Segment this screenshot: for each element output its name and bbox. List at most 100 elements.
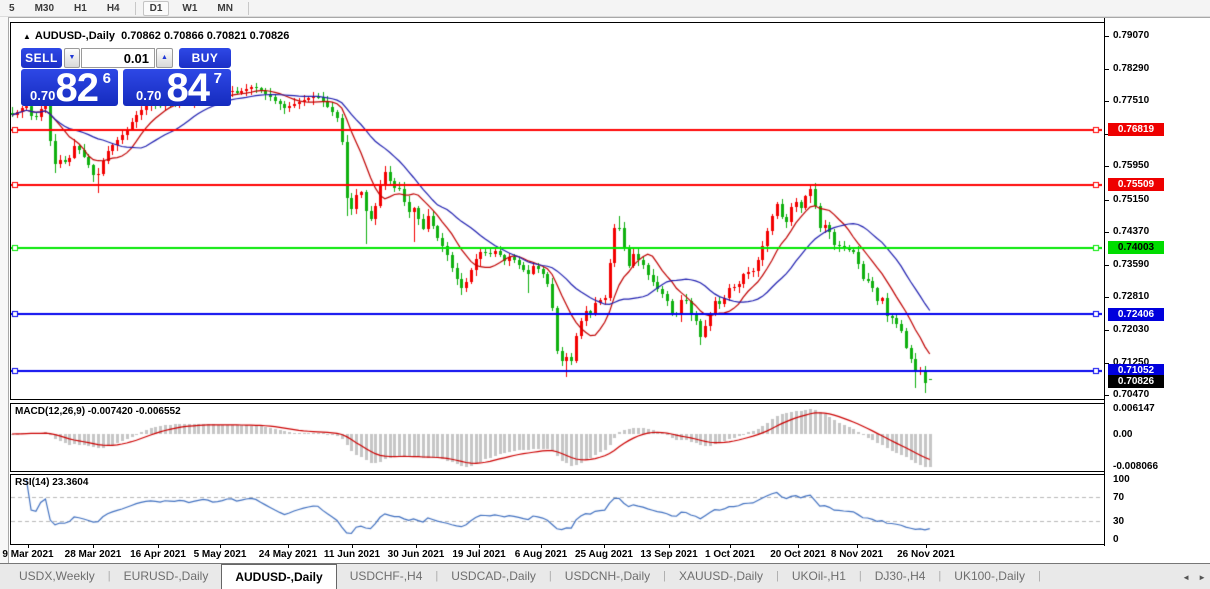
price-axis-tick-label: 0.79070 — [1113, 30, 1149, 41]
sell-price-pip-digit: 6 — [103, 70, 111, 87]
chart-symbol-label: AUDUSD-,Daily — [35, 30, 115, 42]
tab-ukoil-h1[interactable]: UKOil-,H1 — [779, 564, 859, 589]
tab-usdx-weekly[interactable]: USDX,Weekly — [6, 564, 108, 589]
date-axis-label: 9 Mar 2021 — [2, 549, 53, 560]
price-axis-tick-label: 0.75150 — [1113, 194, 1149, 205]
date-axis[interactable]: 9 Mar 202128 Mar 202116 Apr 20215 May 20… — [10, 545, 1104, 564]
date-axis-label: 11 Jun 2021 — [324, 549, 380, 560]
sell-price-prefix: 0.70 — [30, 88, 55, 103]
hline-price-label: 0.74003 — [1108, 241, 1164, 254]
date-axis-label: 20 Oct 2021 — [770, 549, 826, 560]
volume-increase-button[interactable]: ▲ — [156, 48, 173, 68]
rsi-axis-label: 100 — [1113, 474, 1130, 485]
date-axis-tick — [669, 545, 670, 548]
price-axis[interactable]: 0.790700.782900.775100.767300.759500.751… — [1104, 18, 1210, 546]
tab-dj30-h4[interactable]: DJ30-,H4 — [862, 564, 939, 589]
timeframe-button-5[interactable]: 5 — [2, 1, 22, 16]
tab-uk100-daily[interactable]: UK100-,Daily — [941, 564, 1038, 589]
chart-tab-bar: USDX,Weekly|EURUSD-,DailyAUDUSD-,DailyUS… — [0, 563, 1210, 589]
timeframe-button-M30[interactable]: M30 — [28, 1, 61, 16]
one-click-trading-panel: SELL ▼ ▲ BUY 0.70 82 6 0.70 84 7 — [21, 48, 231, 106]
price-axis-tick — [1105, 297, 1109, 298]
date-axis-tick — [730, 545, 731, 548]
buy-price-prefix: 0.70 — [136, 88, 161, 103]
toolbar-separator — [135, 2, 136, 15]
rsi-indicator-pane: RSI(14) 23.3604 — [10, 474, 1105, 545]
timeframe-button-MN[interactable]: MN — [210, 1, 240, 16]
date-axis-label: 30 Jun 2021 — [388, 549, 445, 560]
date-axis-tick — [926, 545, 927, 548]
hline-price-label: 0.72406 — [1108, 308, 1164, 321]
rsi-canvas[interactable] — [11, 475, 1102, 542]
price-axis-tick — [1105, 36, 1109, 37]
hline-price-label: 0.76819 — [1108, 123, 1164, 136]
date-axis-tick — [288, 545, 289, 548]
tab-separator: | — [1038, 564, 1041, 589]
date-axis-label: 8 Nov 2021 — [831, 549, 883, 560]
timeframe-button-D1[interactable]: D1 — [143, 1, 170, 16]
date-axis-label: 24 May 2021 — [259, 549, 317, 560]
collapse-triangle-icon[interactable]: ▲ — [23, 32, 31, 41]
current-price-label: 0.70826 — [1108, 375, 1164, 388]
date-axis-label: 26 Nov 2021 — [897, 549, 955, 560]
date-axis-tick — [604, 545, 605, 548]
price-axis-tick-label: 0.72030 — [1113, 324, 1149, 335]
tab-scroll-left-icon[interactable]: ◄ — [1182, 573, 1190, 582]
date-axis-tick — [158, 545, 159, 548]
hline-price-label: 0.75509 — [1108, 178, 1164, 191]
timeframe-button-H1[interactable]: H1 — [67, 1, 94, 16]
timeframe-button-W1[interactable]: W1 — [175, 1, 204, 16]
sell-button[interactable]: SELL — [21, 48, 62, 68]
price-axis-tick-label: 0.70470 — [1113, 389, 1149, 400]
tab-usdcnh-daily[interactable]: USDCNH-,Daily — [552, 564, 663, 589]
tab-audusd-daily[interactable]: AUDUSD-,Daily — [221, 564, 336, 589]
date-axis-tick — [93, 545, 94, 548]
buy-button[interactable]: BUY — [179, 48, 231, 68]
price-axis-tick — [1105, 265, 1109, 266]
tab-eurusd-daily[interactable]: EURUSD-,Daily — [111, 564, 222, 589]
date-axis-tick — [416, 545, 417, 548]
price-axis-tick — [1105, 330, 1109, 331]
date-axis-tick — [479, 545, 480, 548]
chart-ohlc-values: 0.70862 0.70866 0.70821 0.70826 — [121, 30, 289, 42]
price-axis-tick — [1105, 395, 1109, 396]
macd-axis-label: -0.008066 — [1113, 461, 1158, 472]
price-axis-tick — [1105, 69, 1109, 70]
date-axis-label: 19 Jul 2021 — [452, 549, 505, 560]
date-axis-tick — [798, 545, 799, 548]
date-axis-label: 28 Mar 2021 — [65, 549, 122, 560]
chart-title: ▲ AUDUSD-,Daily 0.70862 0.70866 0.70821 0… — [23, 30, 289, 42]
tab-usdcad-daily[interactable]: USDCAD-,Daily — [438, 564, 549, 589]
price-axis-tick — [1105, 200, 1109, 201]
price-axis-tick — [1105, 101, 1109, 102]
price-axis-tick-label: 0.73590 — [1113, 259, 1149, 270]
rsi-axis-label: 70 — [1113, 492, 1124, 503]
macd-label: MACD(12,26,9) -0.007420 -0.006552 — [15, 406, 181, 417]
volume-decrease-button[interactable]: ▼ — [64, 48, 80, 68]
price-axis-tick-label: 0.74370 — [1113, 226, 1149, 237]
tab-usdchf-h4[interactable]: USDCHF-,H4 — [337, 564, 436, 589]
rsi-axis-label: 30 — [1113, 516, 1124, 527]
date-axis-tick — [28, 545, 29, 548]
price-axis-tick-label: 0.78290 — [1113, 63, 1149, 74]
chart-window: ▲ AUDUSD-,Daily 0.70862 0.70866 0.70821 0… — [8, 17, 1210, 563]
tab-scroll-arrows: ◄ ► — [1182, 564, 1206, 589]
date-axis-label: 6 Aug 2021 — [515, 549, 567, 560]
date-axis-label: 16 Apr 2021 — [130, 549, 186, 560]
volume-input[interactable] — [81, 48, 155, 68]
date-axis-label: 25 Aug 2021 — [575, 549, 633, 560]
timeframe-button-H4[interactable]: H4 — [100, 1, 127, 16]
toolbar-separator — [248, 2, 249, 15]
tab-xauusd-daily[interactable]: XAUUSD-,Daily — [666, 564, 776, 589]
price-axis-tick-label: 0.75950 — [1113, 160, 1149, 171]
macd-axis-label: 0.006147 — [1113, 403, 1155, 414]
tab-scroll-right-icon[interactable]: ► — [1198, 573, 1206, 582]
sell-price-button[interactable]: 0.70 82 6 — [21, 69, 118, 106]
buy-price-pip-digit: 7 — [214, 70, 222, 87]
rsi-axis-label: 0 — [1113, 534, 1119, 545]
timeframe-toolbar: 5 M30 H1 H4 D1 W1 MN — [0, 0, 1210, 17]
mt4-platform-window: 5 M30 H1 H4 D1 W1 MN ▲ AUDUSD-,Daily 0.70862 0.… — [0, 0, 1210, 589]
date-axis-tick — [541, 545, 542, 548]
date-axis-label: 5 May 2021 — [194, 549, 247, 560]
buy-price-button[interactable]: 0.70 84 7 — [123, 69, 231, 106]
